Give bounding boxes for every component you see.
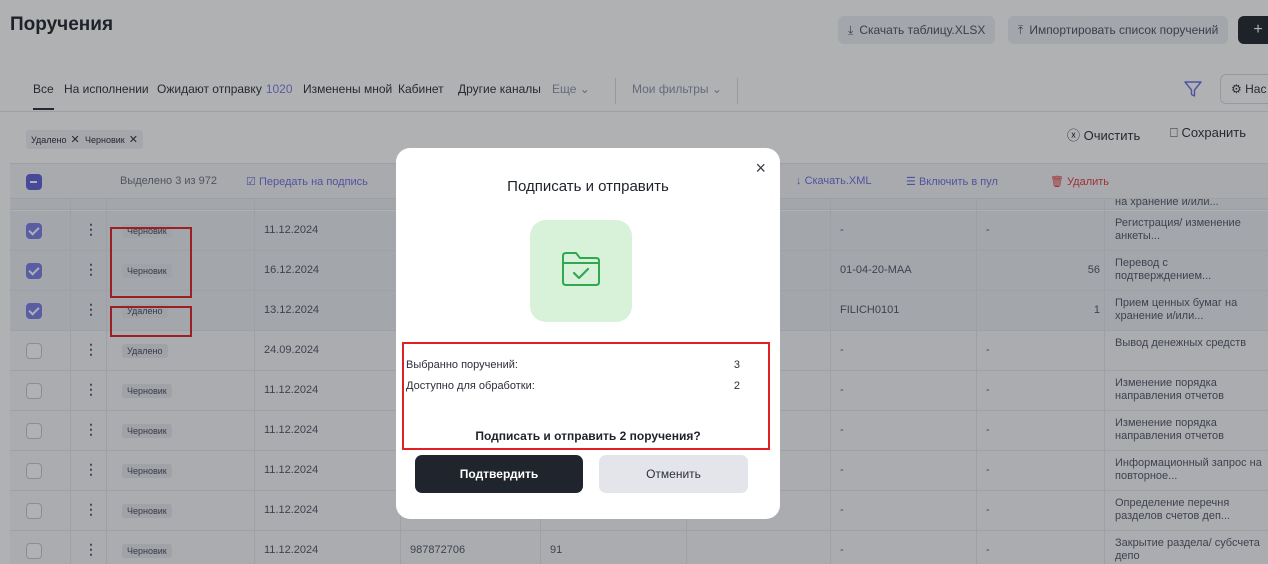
modal-backdrop[interactable]: × Подписать и отправить Выбранно поручен…	[0, 0, 1268, 564]
folder-illustration	[530, 220, 632, 322]
confirm-button[interactable]: Подтвердить	[415, 455, 583, 493]
folder-check-icon	[562, 252, 600, 286]
app-window: Поручения ⤓ Скачать таблицу.XLSX ⤒ Импорти…	[0, 0, 1268, 564]
dialog-title: Подписать и отправить	[507, 178, 669, 195]
cancel-button[interactable]: Отменить	[599, 455, 748, 493]
sign-and-send-dialog: × Подписать и отправить Выбранно поручен…	[396, 148, 780, 519]
close-icon[interactable]: ×	[755, 158, 766, 179]
highlight-box-summary	[402, 342, 770, 450]
